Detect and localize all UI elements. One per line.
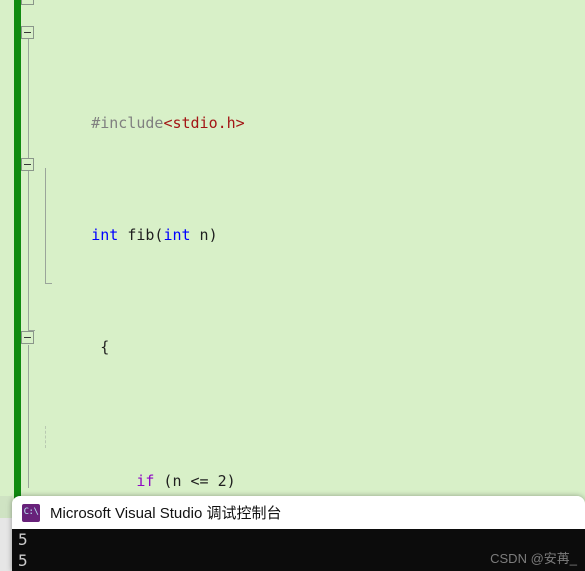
code-line[interactable]: int fib(int n)	[0, 202, 585, 244]
token-keyword-int: int	[163, 226, 191, 245]
code-text: n)	[190, 226, 218, 245]
console-output-area[interactable]: 5 5 CSDN @安苒_	[12, 529, 585, 571]
code-text: (n <= 2)	[154, 472, 236, 491]
console-icon-glyph: C:\	[23, 507, 39, 517]
code-line[interactable]: {	[0, 314, 585, 356]
debug-console-window[interactable]: C:\ Microsoft Visual Studio 调试控制台 5 5 CS…	[12, 496, 585, 571]
console-output-line: 5	[18, 530, 28, 549]
token-header: <stdio.h>	[163, 114, 245, 133]
csdn-watermark: CSDN @安苒_	[490, 551, 577, 566]
indent-guide	[45, 425, 46, 449]
code-line[interactable]: if (n <= 2)	[0, 425, 585, 490]
console-titlebar[interactable]: C:\ Microsoft Visual Studio 调试控制台	[12, 496, 585, 529]
code-text: {	[91, 338, 110, 357]
code-text-area[interactable]: #include<stdio.h> int fib(int n) { if (n…	[0, 0, 585, 561]
token-keyword-int: int	[91, 226, 119, 245]
editor-left-edge-top	[0, 496, 12, 518]
token-preprocessor: #include	[91, 114, 164, 133]
vs-debug-console-icon: C:\	[22, 503, 40, 522]
code-line[interactable]: #include<stdio.h>	[0, 90, 585, 132]
console-title: Microsoft Visual Studio 调试控制台	[50, 505, 282, 522]
token-keyword-if: if	[136, 472, 155, 491]
token-func-fib: fib	[127, 226, 155, 245]
code-editor[interactable]: #include<stdio.h> int fib(int n) { if (n…	[0, 0, 585, 571]
